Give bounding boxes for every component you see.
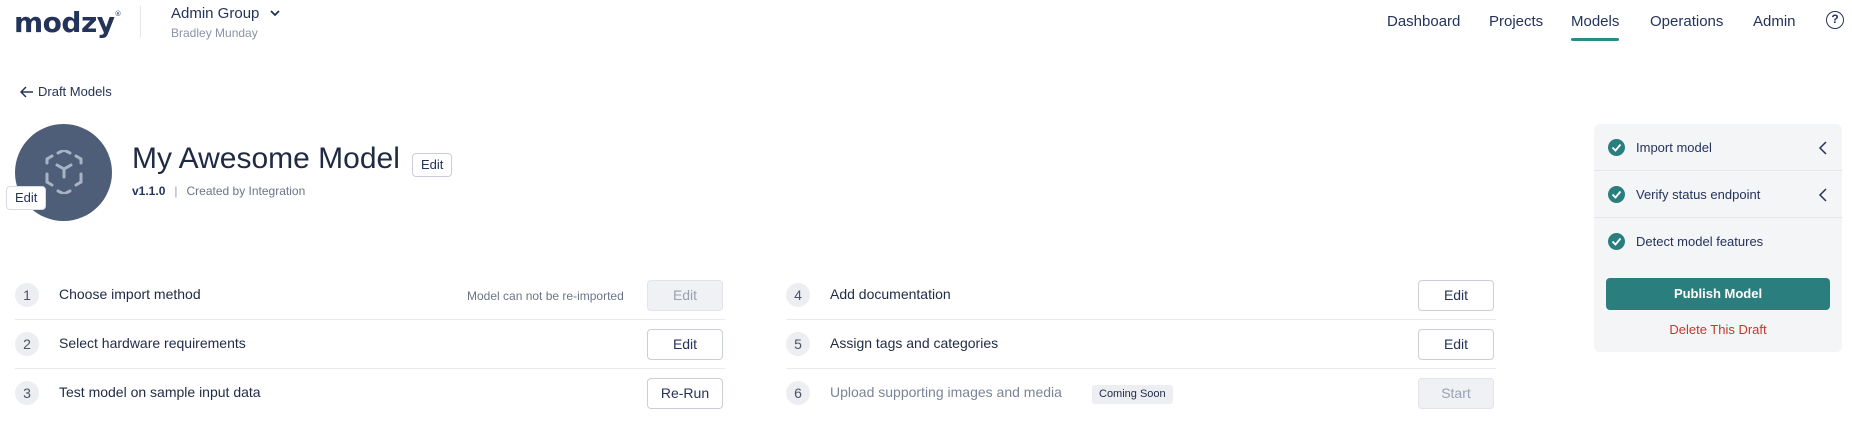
progress-item-label: Detect model features bbox=[1636, 234, 1764, 249]
coming-soon-badge: Coming Soon bbox=[1092, 385, 1173, 404]
step-row: 5 Assign tags and categories Edit bbox=[786, 320, 1496, 369]
step-row: 2 Select hardware requirements Edit bbox=[15, 320, 725, 369]
title-edit-button[interactable]: Edit bbox=[412, 153, 453, 177]
step-row: 4 Add documentation Edit bbox=[786, 271, 1496, 320]
header-divider bbox=[140, 6, 141, 38]
progress-item-label: Import model bbox=[1636, 140, 1712, 155]
chevron-left-icon[interactable] bbox=[1818, 188, 1828, 202]
check-circle-icon bbox=[1608, 233, 1625, 250]
step-number: 1 bbox=[15, 283, 39, 307]
model-cube-icon bbox=[45, 150, 83, 194]
chevron-left-icon[interactable] bbox=[1818, 141, 1828, 155]
modzy-logo[interactable]: modzy® bbox=[14, 6, 121, 39]
step-label: Test model on sample input data bbox=[59, 384, 261, 400]
step-row: 6 Upload supporting images and media Com… bbox=[786, 369, 1496, 418]
progress-item-label: Verify status endpoint bbox=[1636, 187, 1761, 202]
group-name: Admin Group bbox=[171, 5, 260, 22]
step-note: Model can not be re-imported bbox=[467, 289, 624, 303]
step-2-edit-button[interactable]: Edit bbox=[647, 329, 723, 360]
step-row: 3 Test model on sample input data Re-Run bbox=[15, 369, 725, 418]
step-label: Add documentation bbox=[830, 286, 951, 302]
step-number: 4 bbox=[786, 283, 810, 307]
step-1-edit-button[interactable]: Edit bbox=[647, 280, 723, 311]
step-row: 1 Choose import method Model can not be … bbox=[15, 271, 725, 320]
check-circle-icon bbox=[1608, 186, 1625, 203]
avatar-edit-button[interactable]: Edit bbox=[6, 186, 47, 210]
nav-operations[interactable]: Operations bbox=[1650, 13, 1723, 30]
nav-active-indicator bbox=[1571, 38, 1619, 41]
step-label: Choose import method bbox=[59, 286, 201, 302]
back-to-draft-models-link[interactable]: Draft Models bbox=[19, 84, 112, 99]
nav-admin[interactable]: Admin bbox=[1753, 13, 1796, 30]
publish-model-button[interactable]: Publish Model bbox=[1606, 278, 1830, 310]
help-circle-icon[interactable]: ? bbox=[1826, 11, 1844, 29]
delete-draft-link[interactable]: Delete This Draft bbox=[1606, 322, 1830, 337]
model-created-by: Created by Integration bbox=[186, 184, 306, 198]
model-meta: v1.1.0 | Created by Integration bbox=[132, 184, 305, 198]
step-label: Assign tags and categories bbox=[830, 335, 999, 351]
step-number: 5 bbox=[786, 332, 810, 356]
back-link-label: Draft Models bbox=[38, 84, 112, 99]
group-switcher[interactable]: Admin Group bbox=[171, 5, 282, 23]
progress-item-detect-model-features: Detect model features bbox=[1594, 218, 1842, 265]
step-number: 3 bbox=[15, 381, 39, 405]
step-3-rerun-button[interactable]: Re-Run bbox=[647, 378, 723, 409]
page-title: My Awesome Model bbox=[132, 142, 400, 175]
nav-projects[interactable]: Projects bbox=[1489, 13, 1543, 30]
arrow-left-icon bbox=[19, 86, 33, 98]
step-number: 6 bbox=[786, 381, 810, 405]
progress-item-verify-status-endpoint[interactable]: Verify status endpoint bbox=[1594, 171, 1842, 218]
nav-dashboard[interactable]: Dashboard bbox=[1387, 13, 1460, 30]
check-circle-icon bbox=[1608, 139, 1625, 156]
step-label: Select hardware requirements bbox=[59, 335, 246, 351]
step-5-edit-button[interactable]: Edit bbox=[1418, 329, 1494, 360]
progress-item-import-model[interactable]: Import model bbox=[1594, 124, 1842, 171]
model-version: v1.1.0 bbox=[132, 184, 166, 198]
step-number: 2 bbox=[15, 332, 39, 356]
top-navigation-bar: modzy® Admin Group Bradley Munday Dashbo… bbox=[0, 0, 1852, 44]
user-name: Bradley Munday bbox=[171, 26, 258, 40]
draft-progress-panel: Import model Verify status endpoint Dete… bbox=[1594, 124, 1842, 352]
step-4-edit-button[interactable]: Edit bbox=[1418, 280, 1494, 311]
step-label: Upload supporting images and media bbox=[830, 384, 1062, 400]
meta-separator: | bbox=[174, 184, 178, 198]
chevron-down-icon bbox=[270, 10, 280, 17]
nav-models[interactable]: Models bbox=[1571, 13, 1619, 30]
step-6-start-button[interactable]: Start bbox=[1418, 378, 1494, 409]
